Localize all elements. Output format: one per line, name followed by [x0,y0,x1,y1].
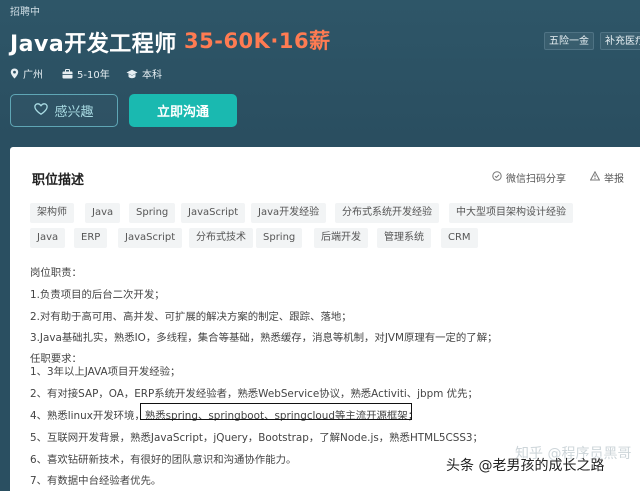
warning-icon [589,170,601,184]
wechat-share-link[interactable]: 微信扫码分享 [492,170,566,185]
skill-tag: 后端开发 [314,228,368,248]
skill-tag: Java [85,203,121,223]
skill-tag: 架构师 [30,203,74,223]
skill-tag: Spring [256,228,303,248]
benefit-tag: 五险一金 [544,32,594,50]
heart-icon [34,102,49,119]
meta-experience: 5-10年 [62,66,110,81]
location-icon [10,68,19,79]
skill-tag: Java开发经验 [251,203,327,223]
skill-tag: JavaScript [118,228,183,248]
meta-education: 本科 [126,66,162,81]
report-label: 举报 [604,174,624,185]
interest-label: 感兴趣 [54,105,94,120]
skill-tag: CRM [441,228,478,248]
report-link[interactable]: 举报 [589,170,624,185]
skill-tag: 分布式系统开发经验 [335,203,439,223]
skill-tag: JavaScript [181,203,246,223]
chat-now-button[interactable]: 立即沟通 [129,94,237,127]
skill-tag: Spring [129,203,176,223]
description-line: 1、3年以上JAVA项目开发经验； [30,366,181,378]
watermark: 头条 @老男孩的成长之路 [446,458,605,474]
description-line: 岗位职责： [30,267,82,279]
skill-tag: 分布式技术 [189,228,253,248]
graduation-cap-icon [126,69,138,79]
description-line: 2.对有助于高可用、高并发、可扩展的解决方案的制定、跟踪、落地； [30,311,352,323]
job-description-card: 职位描述 微信扫码分享 举报 架构师 Java Spring JavaScrip… [10,147,640,491]
interest-button[interactable]: 感兴趣 [10,94,118,127]
job-header: 招聘中 Java开发工程师 35-60K·16薪 五险一金 补充医疗 广州 5-… [0,0,640,140]
skill-tag: Java [30,228,66,248]
skill-tag: 中大型项目架构设计经验 [449,203,573,223]
description-line: 3.Java基础扎实，熟悉IO，多线程，集合等基础，熟悉缓存，消息等机制，对JV… [30,332,498,344]
skill-tag: ERP [74,228,108,248]
salary: 35-60K·16薪 [184,29,331,53]
skill-tag: 管理系统 [377,228,431,248]
description-line: 2、有对接SAP，OA，ERP系统开发经验者，熟悉WebService协议，熟悉… [30,388,478,400]
education-text: 本科 [142,70,162,81]
section-title: 职位描述 [32,173,85,188]
experience-text: 5-10年 [77,70,110,81]
benefit-tag: 补充医疗 [600,32,640,50]
briefcase-icon [62,68,73,79]
share-icon [492,171,502,184]
share-label: 微信扫码分享 [506,174,566,185]
meta-location: 广州 [10,66,43,81]
description-line: 1.负责项目的后台二次开发； [30,289,165,301]
location-text: 广州 [23,70,43,81]
status-label: 招聘中 [10,7,40,18]
highlight-box [140,403,412,420]
job-title: Java开发工程师 [10,32,177,57]
description-line: 5、互联网开发背景，熟悉JavaScript，jQuery，Bootstrap，… [30,432,483,444]
description-line: 6、喜欢钻研新技术，有很好的团队意识和沟通协作能力。 [30,454,297,466]
description-line: 7、有数据中台经验者优先。 [30,475,162,487]
